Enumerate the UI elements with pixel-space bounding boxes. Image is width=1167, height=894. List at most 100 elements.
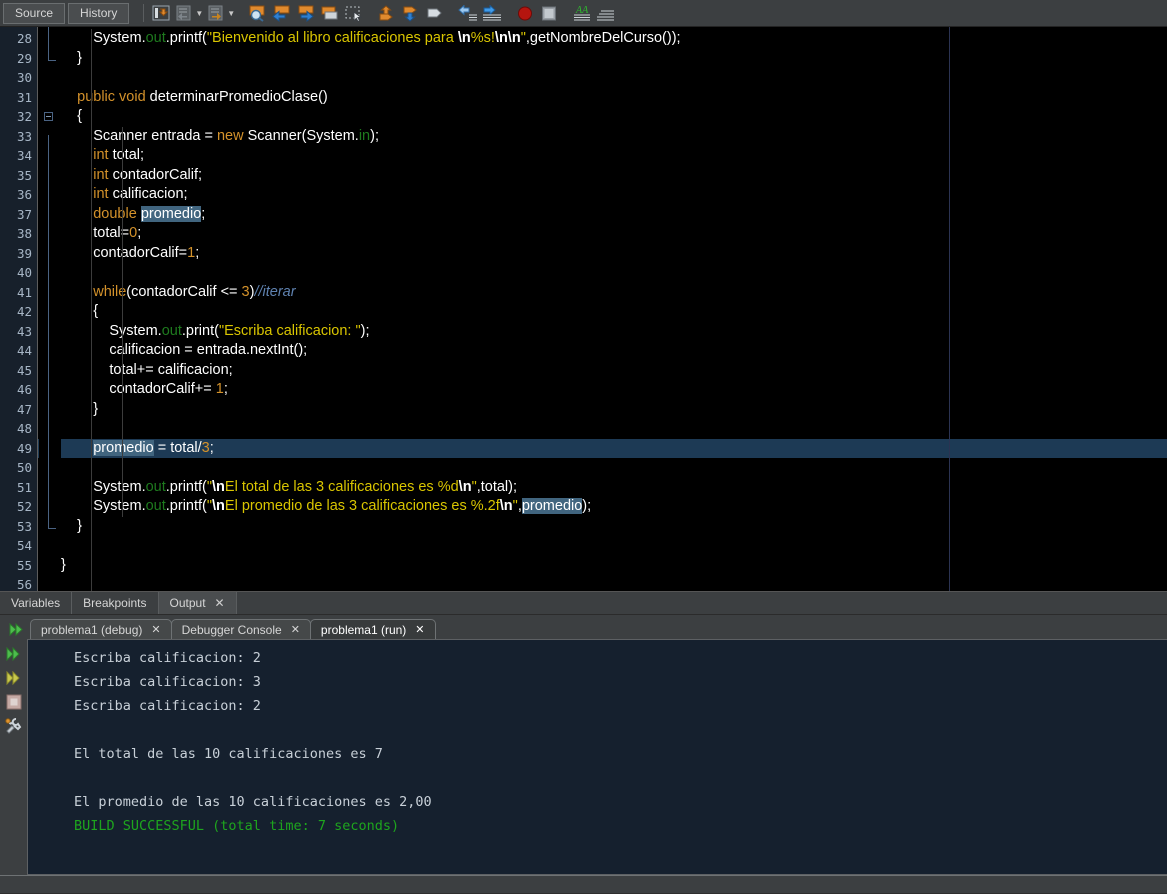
line-number: 33	[16, 128, 32, 144]
code-line[interactable]: }	[61, 400, 1167, 420]
shift-line-down-icon[interactable]	[399, 2, 423, 24]
line-number: 56	[16, 577, 32, 591]
svg-text:AA: AA	[575, 5, 589, 16]
code-line[interactable]: System.out.printf("\nEl total de las 3 c…	[61, 478, 1167, 498]
code-line[interactable]: int calificacion;	[61, 185, 1167, 205]
console-line: Escriba calificacion: 2	[74, 650, 261, 666]
line-number: 54	[16, 538, 32, 553]
line-number: 42	[16, 304, 32, 319]
line-number: 43	[16, 323, 32, 339]
console-action-bar	[0, 639, 27, 875]
panel-tab-breakpoints[interactable]: Breakpoints	[72, 592, 159, 614]
line-number: 50	[16, 460, 32, 475]
code-line[interactable]	[61, 419, 1167, 439]
toggle-highlight-search-icon[interactable]	[318, 2, 342, 24]
line-number: 41	[16, 284, 32, 300]
previous-bookmark-icon[interactable]	[173, 2, 197, 24]
toggle-breakpoint-icon[interactable]	[513, 2, 537, 24]
code-line[interactable]: {	[61, 107, 1167, 127]
code-fold-bar[interactable]	[39, 27, 61, 591]
close-icon[interactable]: ✕	[291, 623, 300, 636]
shift-line-left-icon[interactable]	[456, 2, 480, 24]
toggle-bookmark-icon[interactable]	[149, 2, 173, 24]
stop-process-icon[interactable]	[4, 691, 24, 713]
indent-guide	[122, 126, 123, 517]
output-tab-problema1-debug[interactable]: problema1 (debug) ✕	[30, 619, 172, 639]
line-number-gutter[interactable]: 28 29 30 31 32 33 34 35 36 37 38 39 40 41 42 43 44 45 46 47…	[0, 27, 38, 591]
code-line[interactable]	[61, 458, 1167, 478]
output-run-icon[interactable]	[4, 619, 30, 639]
code-line[interactable]	[61, 68, 1167, 88]
code-line[interactable]: total+= calificacion;	[61, 361, 1167, 381]
rerun-alt-icon[interactable]	[4, 667, 24, 689]
console-line: El total de las 10 calificaciones es 7	[74, 746, 383, 762]
code-line[interactable]: int total;	[61, 146, 1167, 166]
line-number: 31	[16, 89, 32, 105]
code-line[interactable]: }	[61, 49, 1167, 69]
find-next-icon[interactable]	[294, 2, 318, 24]
code-line[interactable]: public void determinarPromedioClase()	[61, 88, 1167, 108]
line-number: 55	[16, 557, 32, 573]
code-line[interactable]: contadorCalif+= 1;	[61, 380, 1167, 400]
code-line[interactable]: promedio = total/3;	[61, 439, 1167, 459]
line-number: 29	[16, 50, 32, 66]
code-line[interactable]: int contadorCalif;	[61, 166, 1167, 186]
console-line: Escriba calificacion: 3	[74, 674, 261, 690]
panel-tab-output[interactable]: Output ✕	[158, 592, 237, 614]
debug-panel-tabbar: Variables Breakpoints Output ✕	[0, 591, 1167, 615]
shift-line-right-icon[interactable]	[480, 2, 504, 24]
code-line[interactable]: Scanner entrada = new Scanner(System.in)…	[61, 127, 1167, 147]
fold-bracket-top[interactable]	[48, 27, 56, 61]
code-line[interactable]	[61, 263, 1167, 283]
find-selection-icon[interactable]	[246, 2, 270, 24]
code-line[interactable]: {	[61, 302, 1167, 322]
line-number: 38	[16, 226, 32, 241]
code-line[interactable]: while(contadorCalif <= 3)//iterar	[61, 283, 1167, 303]
comment-icon[interactable]	[423, 2, 447, 24]
line-number: 48	[16, 421, 32, 436]
panel-tab-variables[interactable]: Variables	[0, 592, 73, 614]
inspect-icon[interactable]	[594, 2, 618, 24]
history-tab[interactable]: History	[68, 2, 130, 24]
stop-icon[interactable]	[537, 2, 561, 24]
code-line[interactable]: total=0;	[61, 224, 1167, 244]
code-line[interactable]: contadorCalif=1;	[61, 244, 1167, 264]
line-number: 45	[16, 362, 32, 378]
code-line[interactable]: }	[61, 517, 1167, 537]
code-line[interactable]	[61, 575, 1167, 591]
console-panel: Escriba calificacion: 2 Escriba calificac…	[0, 639, 1167, 875]
source-tab[interactable]: Source	[3, 2, 66, 24]
code-line[interactable]: System.out.printf("Bienvenido al libro c…	[61, 29, 1167, 49]
code-line[interactable]: System.out.print("Escriba calificacion: …	[61, 322, 1167, 342]
close-icon[interactable]: ✕	[415, 623, 424, 636]
code-line[interactable]: System.out.printf("\nEl promedio de las …	[61, 497, 1167, 517]
code-line[interactable]: calificacion = entrada.nextInt();	[61, 341, 1167, 361]
line-number: 37	[16, 206, 32, 222]
line-number: 49	[16, 440, 32, 456]
code-line[interactable]: }	[61, 556, 1167, 576]
code-line[interactable]: double promedio;	[61, 205, 1167, 225]
rerun-icon[interactable]	[4, 643, 24, 665]
console-line: BUILD SUCCESSFUL (total time: 7 seconds)	[74, 818, 400, 834]
fold-bracket[interactable]	[48, 134, 56, 529]
find-previous-icon[interactable]	[270, 2, 294, 24]
editor-toolbar: Source History ▼ ▼ AA	[0, 0, 1167, 27]
console-line: Escriba calificacion: 2	[74, 698, 261, 714]
console-line: El promedio de las 10 calificaciones es …	[74, 794, 432, 810]
output-tab-problema1-run[interactable]: problema1 (run) ✕	[309, 619, 436, 639]
close-icon[interactable]: ✕	[215, 596, 225, 610]
next-bookmark-icon[interactable]	[205, 2, 229, 24]
output-tab-debugger-console[interactable]: Debugger Console ✕	[170, 619, 311, 639]
format-icon[interactable]: AA	[570, 2, 594, 24]
close-icon[interactable]: ✕	[151, 623, 160, 636]
console-output-text[interactable]: Escriba calificacion: 2 Escriba calificac…	[27, 639, 1167, 875]
shift-line-up-icon[interactable]	[375, 2, 399, 24]
settings-wrench-icon[interactable]	[4, 715, 24, 737]
toggle-rectangular-selection-icon[interactable]	[342, 2, 366, 24]
code-editor[interactable]: 28 29 30 31 32 33 34 35 36 37 38 39 40 41 42 43 44 45 46 47…	[0, 27, 1167, 591]
code-line[interactable]	[61, 536, 1167, 556]
output-tab-label: problema1 (debug)	[41, 622, 143, 637]
fold-toggle-icon[interactable]	[44, 112, 53, 121]
